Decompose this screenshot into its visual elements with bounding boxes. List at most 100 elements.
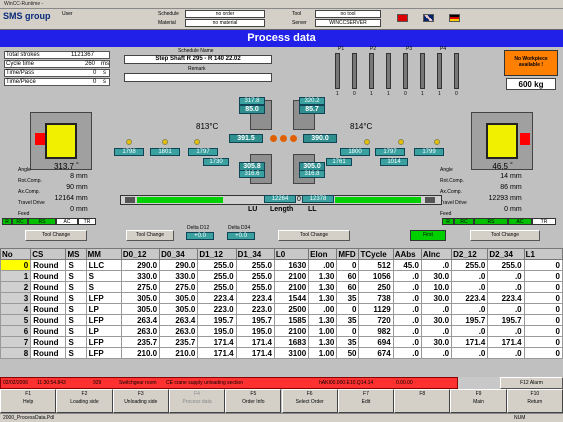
- table-cell[interactable]: 235.7: [120, 336, 161, 348]
- table-cell[interactable]: 1.30: [308, 281, 338, 293]
- col-d1-12[interactable]: D1_12: [197, 248, 237, 260]
- table-cell[interactable]: .0: [487, 281, 525, 293]
- table-cell[interactable]: 0: [523, 259, 563, 271]
- table-cell[interactable]: 171.4: [197, 347, 237, 359]
- table-cell[interactable]: 1129: [358, 303, 394, 315]
- table-cell[interactable]: 171.4: [235, 347, 275, 359]
- table-cell[interactable]: S: [65, 281, 87, 293]
- table-cell[interactable]: 263.0: [159, 325, 199, 337]
- fkey-f9-button[interactable]: F9 Main: [450, 389, 507, 413]
- table-cell[interactable]: .0: [451, 270, 489, 282]
- table-cell[interactable]: 0: [336, 259, 360, 271]
- table-row[interactable]: 6 Round S LP 263.0 263.0 195.0 195.0 2100 1.00 0 98…: [0, 325, 563, 337]
- table-cell[interactable]: 1.30: [308, 336, 338, 348]
- table-cell[interactable]: 275.0: [159, 281, 199, 293]
- table-row[interactable]: 4 Round S LP 305.0 305.0 223.0 223.0 2500.00 0 112…: [0, 303, 563, 315]
- fkey-f1-button[interactable]: F1 Help: [0, 389, 57, 413]
- table-cell[interactable]: .0: [420, 303, 453, 315]
- table-cell[interactable]: 171.4: [235, 336, 275, 348]
- table-cell[interactable]: Round: [30, 336, 67, 348]
- table-row[interactable]: 3 Round S LFP 305.0 305.0 223.4 223.4 1544 1.30 35…: [0, 292, 563, 304]
- table-cell[interactable]: Round: [30, 325, 67, 337]
- table-cell[interactable]: 1630: [273, 259, 310, 271]
- table-cell[interactable]: 1.00: [308, 347, 338, 359]
- table-cell[interactable]: S: [65, 303, 87, 315]
- table-cell[interactable]: LFP: [85, 314, 122, 326]
- table-cell[interactable]: 982: [358, 325, 394, 337]
- table-cell[interactable]: LFP: [85, 336, 122, 348]
- table-cell[interactable]: Round: [30, 303, 67, 315]
- table-cell[interactable]: S: [65, 259, 87, 271]
- table-cell[interactable]: 305.0: [159, 292, 199, 304]
- fkey-f5-button[interactable]: F5 Order Info: [225, 389, 282, 413]
- col-l1[interactable]: L1: [523, 248, 563, 260]
- table-cell[interactable]: .0: [392, 325, 422, 337]
- table-cell[interactable]: 738: [358, 292, 394, 304]
- table-cell[interactable]: 255.0: [235, 281, 275, 293]
- table-cell[interactable]: 255.0: [235, 259, 275, 271]
- table-cell[interactable]: 2: [0, 281, 32, 293]
- table-cell[interactable]: .0: [487, 325, 525, 337]
- table-cell[interactable]: 263.4: [120, 314, 161, 326]
- table-cell[interactable]: 1.30: [308, 270, 338, 282]
- table-cell[interactable]: S: [85, 281, 122, 293]
- table-cell[interactable]: 171.4: [197, 336, 237, 348]
- table-cell[interactable]: 0: [523, 270, 563, 282]
- table-cell[interactable]: .0: [392, 270, 422, 282]
- table-cell[interactable]: 2500: [273, 303, 310, 315]
- table-cell[interactable]: 2100: [273, 270, 310, 282]
- table-cell[interactable]: 1056: [358, 270, 394, 282]
- col-ms[interactable]: MS: [65, 248, 87, 260]
- table-cell[interactable]: .0: [392, 292, 422, 304]
- table-cell[interactable]: 0: [336, 325, 360, 337]
- table-cell[interactable]: 30.0: [420, 336, 453, 348]
- table-cell[interactable]: LFP: [85, 347, 122, 359]
- col-d2-12[interactable]: D2_12: [451, 248, 489, 260]
- table-cell[interactable]: 4: [0, 303, 32, 315]
- table-cell[interactable]: 223.4: [197, 292, 237, 304]
- table-cell[interactable]: 60: [336, 281, 360, 293]
- table-cell[interactable]: 275.0: [120, 281, 161, 293]
- col-mm[interactable]: MM: [85, 248, 122, 260]
- col-d0-12[interactable]: D0_12: [120, 248, 161, 260]
- table-cell[interactable]: 305.0: [120, 303, 161, 315]
- table-cell[interactable]: 171.4: [487, 336, 525, 348]
- table-cell[interactable]: 305.0: [120, 292, 161, 304]
- table-cell[interactable]: 45.0: [392, 259, 422, 271]
- table-cell[interactable]: 223.4: [487, 292, 525, 304]
- table-cell[interactable]: S: [65, 336, 87, 348]
- col-d0-34[interactable]: D0_34: [159, 248, 199, 260]
- table-cell[interactable]: Round: [30, 270, 67, 282]
- table-cell[interactable]: 1.00: [308, 325, 338, 337]
- table-cell[interactable]: .0: [420, 259, 453, 271]
- tool-change-button[interactable]: Tool Change: [25, 230, 87, 241]
- table-cell[interactable]: LP: [85, 303, 122, 315]
- tool-change-button[interactable]: Tool Change: [126, 230, 174, 241]
- table-cell[interactable]: 60: [336, 270, 360, 282]
- table-row[interactable]: 5 Round S LFP 263.4 263.4 195.7 195.7 1585 1.30 35…: [0, 314, 563, 326]
- table-cell[interactable]: 305.0: [159, 303, 199, 315]
- table-cell[interactable]: 210.0: [159, 347, 199, 359]
- table-cell[interactable]: Round: [30, 292, 67, 304]
- uk-flag-icon[interactable]: [423, 14, 434, 22]
- col-cs[interactable]: CS: [30, 248, 67, 260]
- fkey-f2-button[interactable]: F2 Loading side: [56, 389, 113, 413]
- table-cell[interactable]: .0: [392, 281, 422, 293]
- table-cell[interactable]: S: [65, 325, 87, 337]
- china-flag-icon[interactable]: [397, 14, 408, 22]
- table-cell[interactable]: Round: [30, 347, 67, 359]
- table-cell[interactable]: 290.0: [120, 259, 161, 271]
- table-cell[interactable]: 1544: [273, 292, 310, 304]
- fkey-f10-button[interactable]: F10 Return: [506, 389, 563, 413]
- table-cell[interactable]: 0: [523, 281, 563, 293]
- table-row[interactable]: 7 Round S LFP 235.7 235.7 171.4 171.4 1683 1.30 35…: [0, 336, 563, 348]
- table-cell[interactable]: .0: [392, 336, 422, 348]
- table-cell[interactable]: 263.0: [120, 325, 161, 337]
- table-cell[interactable]: .00: [308, 259, 338, 271]
- table-cell[interactable]: 195.7: [487, 314, 525, 326]
- table-row[interactable]: 0 Round S LLC 290.0 290.0 255.0 255.0 1630.00 0 51…: [0, 259, 563, 271]
- col-d2-34[interactable]: D2_34: [487, 248, 525, 260]
- table-row[interactable]: 2 Round S S 275.0 275.0 255.0 255.0 2100 1.30 60 25…: [0, 281, 563, 293]
- table-cell[interactable]: 1: [0, 270, 32, 282]
- table-cell[interactable]: 195.7: [451, 314, 489, 326]
